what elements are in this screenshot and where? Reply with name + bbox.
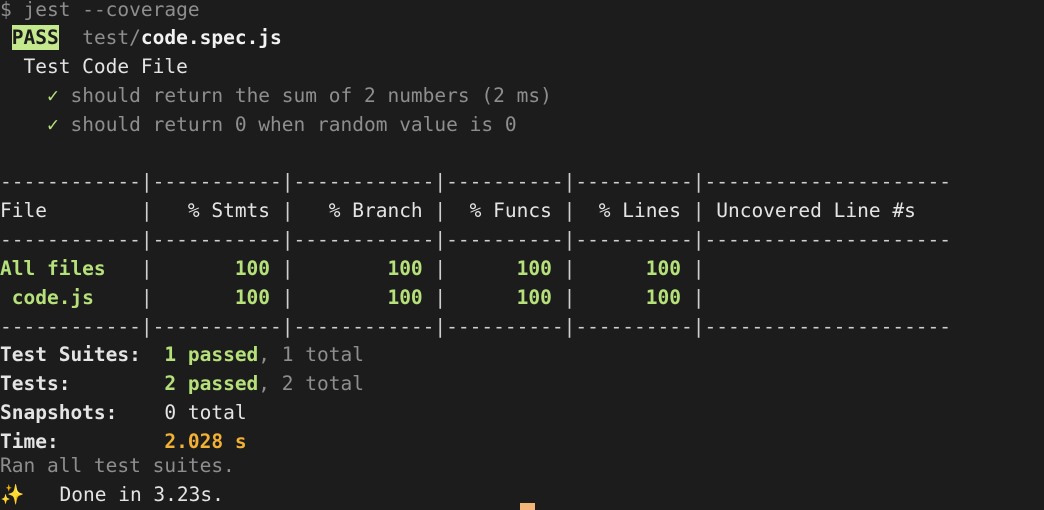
- table-column-divider: |: [140, 286, 153, 309]
- test-duration: (2 ms): [481, 84, 552, 107]
- column-header-stmts: % Stmts: [152, 199, 282, 222]
- table-column-divider: |: [563, 199, 576, 222]
- suite-path-prefix: test/: [82, 26, 141, 49]
- suite-status-line: PASS test/code.spec.js: [0, 24, 1044, 53]
- column-header-lines: % Lines: [575, 199, 693, 222]
- describe-block-line: Test Code File: [0, 53, 1044, 82]
- table-separator-mid: ------------|-----------|------------|--…: [0, 228, 952, 251]
- table-separator-top: ------------|-----------|------------|--…: [0, 170, 952, 193]
- cell-uncovered: [704, 286, 716, 309]
- test-name: should return the sum of 2 numbers: [70, 84, 470, 107]
- shell-prompt: $: [0, 0, 12, 21]
- cell-funcs: 100: [446, 257, 564, 280]
- table-column-divider: |: [563, 286, 576, 309]
- summary-label: Tests:: [0, 372, 71, 395]
- suite-file-name: code.spec.js: [140, 26, 282, 49]
- command-text: jest --coverage: [23, 0, 200, 21]
- table-row: code.js | 100 | 100 | 100 | 100 |: [0, 284, 1044, 313]
- table-column-divider: |: [281, 199, 294, 222]
- summary-value: 0 total: [164, 401, 247, 424]
- command-line: $ jest --coverage: [0, 0, 1044, 25]
- table-column-divider: |: [563, 257, 576, 280]
- cell-branch: 100: [293, 257, 435, 280]
- table-column-divider: |: [692, 257, 705, 280]
- test-result-row: ✓ should return 0 when random value is 0: [0, 111, 1044, 140]
- terminal-window: $ jest --coverage PASS test/code.spec.js…: [0, 0, 1044, 510]
- summary-test-suites: Test Suites: 1 passed, 1 total: [0, 341, 1044, 370]
- terminal-cursor: [520, 503, 535, 510]
- table-column-divider: |: [140, 199, 153, 222]
- summary-total-count: , 1 total: [258, 343, 364, 366]
- test-name: should return 0 when random value is 0: [70, 113, 517, 136]
- sparkles-icon: ✨: [0, 483, 25, 506]
- summary-snapshots: Snapshots: 0 total: [0, 399, 1044, 428]
- sep-col5: ----------: [575, 170, 693, 193]
- cell-lines: 100: [575, 257, 693, 280]
- column-header-file: File: [0, 199, 141, 222]
- ran-all-suites-text: Ran all test suites.: [0, 454, 235, 477]
- summary-label: Test Suites:: [0, 343, 141, 366]
- cell-uncovered: [704, 257, 716, 280]
- test-result-row: ✓ should return the sum of 2 numbers (2 …: [0, 82, 1044, 111]
- table-column-divider: |: [281, 286, 294, 309]
- table-row: All files | 100 | 100 | 100 | 100 |: [0, 255, 1044, 284]
- column-header-funcs: % Funcs: [446, 199, 564, 222]
- cell-funcs: 100: [446, 286, 564, 309]
- summary-tests: Tests: 2 passed, 2 total: [0, 370, 1044, 399]
- table-column-divider: |: [281, 257, 294, 280]
- cell-lines: 100: [575, 286, 693, 309]
- table-column-divider: |: [140, 257, 153, 280]
- cell-file: code.js: [0, 286, 141, 309]
- cell-stmts: 100: [152, 286, 282, 309]
- summary-label: Snapshots:: [0, 401, 118, 424]
- describe-block-label: Test Code File: [23, 55, 188, 78]
- column-header-uncovered: Uncovered Line #s: [704, 199, 916, 222]
- check-icon: ✓: [46, 84, 59, 107]
- summary-passed-count: 2 passed: [164, 372, 259, 395]
- sep-col1: ------------: [0, 170, 141, 193]
- column-header-branch: % Branch: [293, 199, 435, 222]
- status-badge: PASS: [11, 25, 59, 50]
- footer-message: Done in 3.23s.: [59, 483, 224, 506]
- summary-total-count: , 2 total: [258, 372, 364, 395]
- cell-stmts: 100: [152, 257, 282, 280]
- table-column-divider: |: [692, 199, 705, 222]
- cell-branch: 100: [293, 286, 435, 309]
- cell-file: All files: [0, 257, 141, 280]
- table-separator-bottom: ------------|-----------|------------|--…: [0, 315, 952, 338]
- sep-col3: ------------: [293, 170, 435, 193]
- sep-col2: -----------: [152, 170, 282, 193]
- sep-col4: ----------: [446, 170, 564, 193]
- summary-passed-count: 1 passed: [164, 343, 259, 366]
- sep-col6: ---------------------: [704, 170, 952, 193]
- table-column-divider: |: [434, 199, 447, 222]
- summary-label: Time:: [0, 430, 59, 453]
- ran-all-suites-line: Ran all test suites.: [0, 452, 1044, 481]
- table-column-divider: |: [692, 286, 705, 309]
- table-column-divider: |: [434, 257, 447, 280]
- check-icon: ✓: [46, 113, 59, 136]
- summary-time-value: 2.028 s: [164, 430, 247, 453]
- table-header-row: File | % Stmts | % Branch | % Funcs | % …: [0, 197, 1044, 226]
- table-column-divider: |: [434, 286, 447, 309]
